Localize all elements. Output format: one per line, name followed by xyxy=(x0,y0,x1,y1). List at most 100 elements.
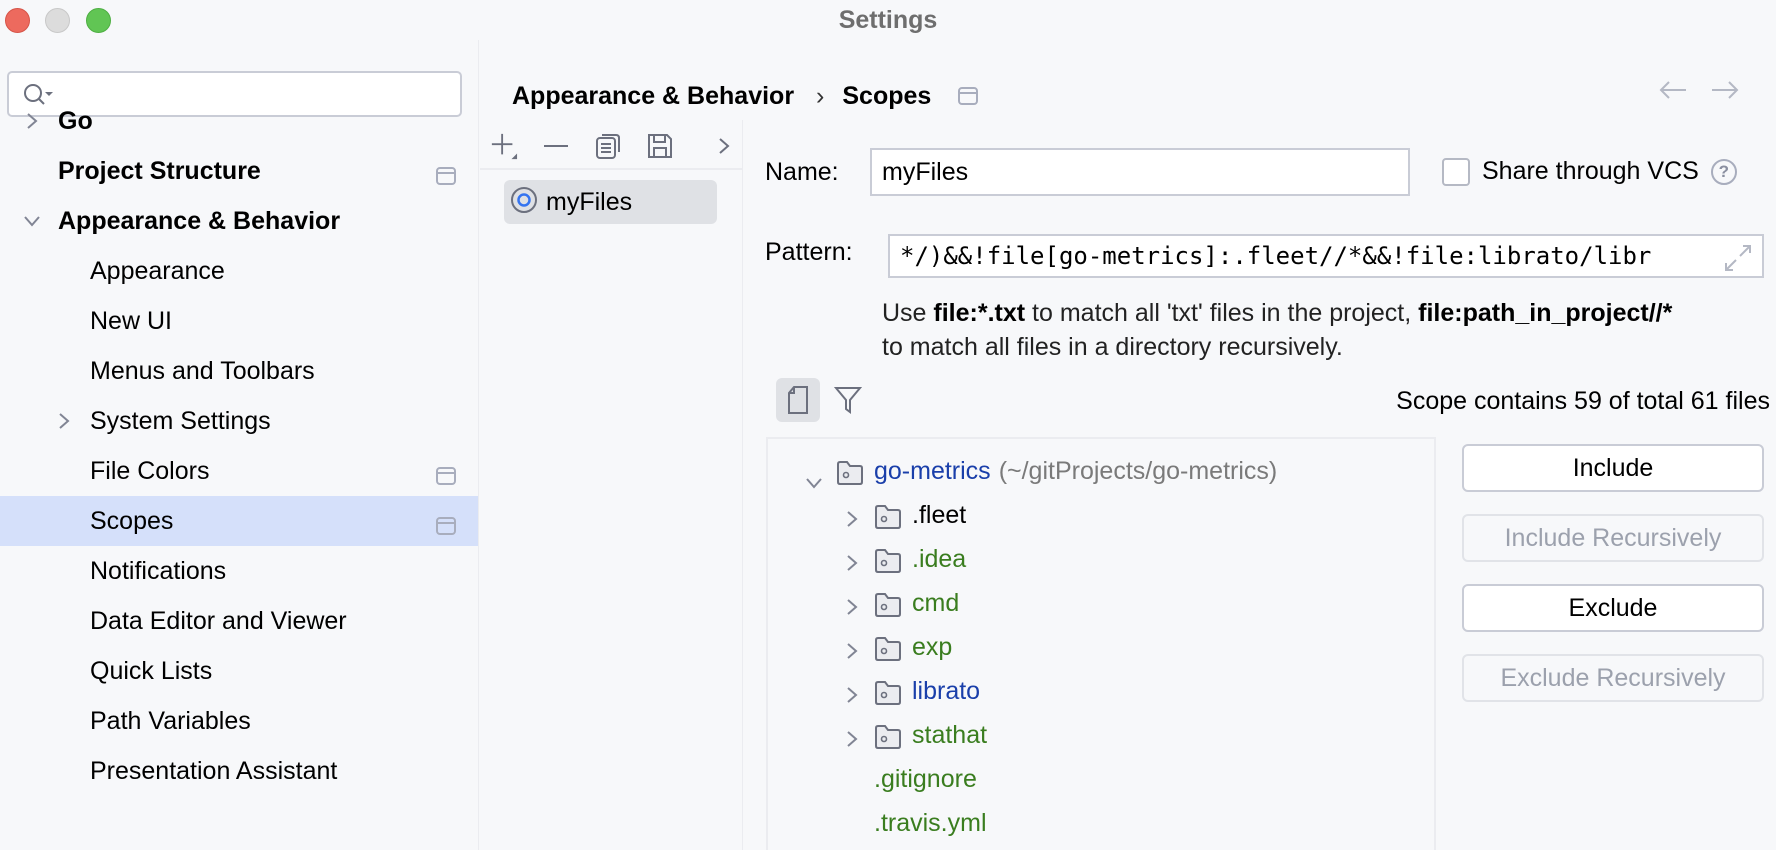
scope-name-input[interactable]: myFiles xyxy=(870,148,1410,196)
sidebar-item-appearance[interactable]: Appearance xyxy=(0,246,478,296)
tree-node[interactable]: stathat xyxy=(768,717,1428,757)
tree-node-name: cmd xyxy=(912,589,960,617)
project-level-icon xyxy=(436,463,456,492)
tree-node-name: .travis.yml xyxy=(874,809,987,837)
sidebar-item-appearance-behavior[interactable]: Appearance & Behavior xyxy=(0,196,478,246)
sidebar-item-label: Appearance & Behavior xyxy=(58,206,341,235)
breadcrumb-current: Scopes xyxy=(842,81,932,110)
share-through-vcs: Share through VCS ? xyxy=(1442,157,1737,186)
breadcrumb-parent[interactable]: Appearance & Behavior xyxy=(512,82,794,111)
sidebar-item-data-editor-and-viewer[interactable]: Data Editor and Viewer xyxy=(0,596,478,646)
add-scope-button[interactable] xyxy=(490,132,518,160)
sidebar-item-project-structure[interactable]: Project Structure xyxy=(0,146,478,196)
scopes-list-pane: myFiles xyxy=(480,120,743,850)
sidebar-item-notifications[interactable]: Notifications xyxy=(0,546,478,596)
chevron-right-icon[interactable] xyxy=(846,595,858,624)
name-label: Name: xyxy=(765,158,839,186)
copy-icon xyxy=(596,134,620,159)
chevron-right-icon[interactable] xyxy=(846,639,858,668)
tree-node-name: librato xyxy=(912,677,981,705)
project-level-icon xyxy=(436,163,456,192)
share-through-vcs-label[interactable]: Share through VCS xyxy=(1482,157,1699,186)
hint-example: file:path_in_project//* xyxy=(1418,299,1673,327)
chevron-right-icon[interactable] xyxy=(54,411,74,431)
tree-node[interactable]: .fleet xyxy=(768,497,1428,537)
sidebar-item-label: Presentation Assistant xyxy=(90,756,338,785)
include-recursively-button[interactable]: Include Recursively xyxy=(1462,514,1764,562)
scope-name: myFiles xyxy=(546,187,633,216)
sidebar-item-go[interactable]: Go xyxy=(0,96,478,146)
chevron-right-icon[interactable] xyxy=(22,111,42,131)
expand-icon[interactable] xyxy=(1724,244,1752,276)
chevron-right-icon xyxy=(719,138,730,154)
help-icon[interactable]: ? xyxy=(1710,158,1737,185)
chevron-right-icon[interactable] xyxy=(846,507,858,536)
folder-icon xyxy=(874,636,902,669)
pattern-input[interactable]: */)&&!file[go-metrics]:.fleet//*&&!file:… xyxy=(888,234,1764,278)
folder-icon xyxy=(874,592,902,625)
pattern-label: Pattern: xyxy=(765,238,853,266)
remove-icon xyxy=(544,145,568,147)
chevron-right-icon[interactable] xyxy=(846,727,858,756)
tree-node[interactable]: go-metrics (~/gitProjects/go-metrics) xyxy=(768,453,1428,493)
tree-node-name: .fleet xyxy=(912,501,967,529)
tree-node-name: .gitignore xyxy=(874,765,977,793)
exclude-recursively-button[interactable]: Exclude Recursively xyxy=(1462,654,1764,702)
tree-node[interactable]: .travis.yml xyxy=(768,805,1428,845)
sidebar-item-file-colors[interactable]: File Colors xyxy=(0,446,478,496)
filter-icon xyxy=(834,387,862,414)
save-icon xyxy=(648,134,672,158)
back-arrow-icon[interactable] xyxy=(1658,80,1688,105)
sidebar-item-label: Quick Lists xyxy=(90,656,213,685)
tree-node-name: stathat xyxy=(912,721,988,749)
sidebar-item-scopes[interactable]: Scopes xyxy=(0,496,478,546)
folder-icon xyxy=(836,460,864,493)
settings-sidebar: Go Project Structure Appearance & Behavior… xyxy=(0,40,479,850)
include-button[interactable]: Include xyxy=(1462,444,1764,492)
tree-node-name: exp xyxy=(912,633,953,661)
sidebar-item-quick-lists[interactable]: Quick Lists xyxy=(0,646,478,696)
forward-arrow-icon[interactable] xyxy=(1710,80,1740,105)
sidebar-item-menus-and-toolbars[interactable]: Menus and Toolbars xyxy=(0,346,478,396)
tree-node-label: .idea xyxy=(912,545,966,574)
tree-node-label: .fleet xyxy=(912,501,966,530)
sidebar-item-label: Scopes xyxy=(90,506,174,535)
sidebar-item-label: Go xyxy=(58,106,93,135)
show-files-toggle[interactable] xyxy=(776,378,820,422)
tree-node-label: cmd xyxy=(912,589,959,618)
tree-node[interactable]: .gitignore xyxy=(768,761,1428,801)
save-scope-button[interactable] xyxy=(646,132,674,160)
window-title: Settings xyxy=(838,6,938,34)
scope-list-item[interactable]: myFiles xyxy=(504,180,717,224)
sidebar-item-system-settings[interactable]: System Settings xyxy=(0,396,478,446)
chevron-right-icon[interactable] xyxy=(846,551,858,580)
remove-scope-button[interactable] xyxy=(542,132,570,160)
scope-icon xyxy=(510,186,538,219)
sidebar-item-label: New UI xyxy=(90,306,172,335)
sidebar-item-presentation-assistant[interactable]: Presentation Assistant xyxy=(0,746,478,796)
exclude-button[interactable]: Exclude xyxy=(1462,584,1764,632)
tree-node-label: .travis.yml xyxy=(874,809,987,838)
sidebar-item-label: Data Editor and Viewer xyxy=(90,606,347,635)
chevron-down-icon[interactable] xyxy=(804,467,824,496)
sidebar-item-label: Notifications xyxy=(90,556,227,585)
scope-count-status: Scope contains 59 of total 61 files xyxy=(1396,387,1770,415)
project-level-icon xyxy=(958,83,979,112)
pattern-hint: Use file:*.txt to match all 'txt' files … xyxy=(882,296,1762,364)
sidebar-item-path-variables[interactable]: Path Variables xyxy=(0,696,478,746)
chevron-down-icon[interactable] xyxy=(22,211,42,231)
sidebar-item-label: Path Variables xyxy=(90,706,251,735)
filter-button[interactable] xyxy=(826,378,870,422)
file-tree: go-metrics (~/gitProjects/go-metrics) .fle… xyxy=(766,437,1436,850)
tree-node-label: go-metrics (~/gitProjects/go-metrics) xyxy=(874,457,1277,486)
tree-node[interactable]: cmd xyxy=(768,585,1428,625)
tree-node[interactable]: exp xyxy=(768,629,1428,669)
copy-scope-button[interactable] xyxy=(594,132,622,160)
share-through-vcs-checkbox[interactable] xyxy=(1442,157,1470,186)
sidebar-item-new-ui[interactable]: New UI xyxy=(0,296,478,346)
tree-node[interactable]: librato xyxy=(768,673,1428,713)
more-actions-button[interactable] xyxy=(710,132,738,160)
tree-node[interactable]: .idea xyxy=(768,541,1428,581)
project-level-icon xyxy=(436,513,456,542)
chevron-right-icon[interactable] xyxy=(846,683,858,712)
